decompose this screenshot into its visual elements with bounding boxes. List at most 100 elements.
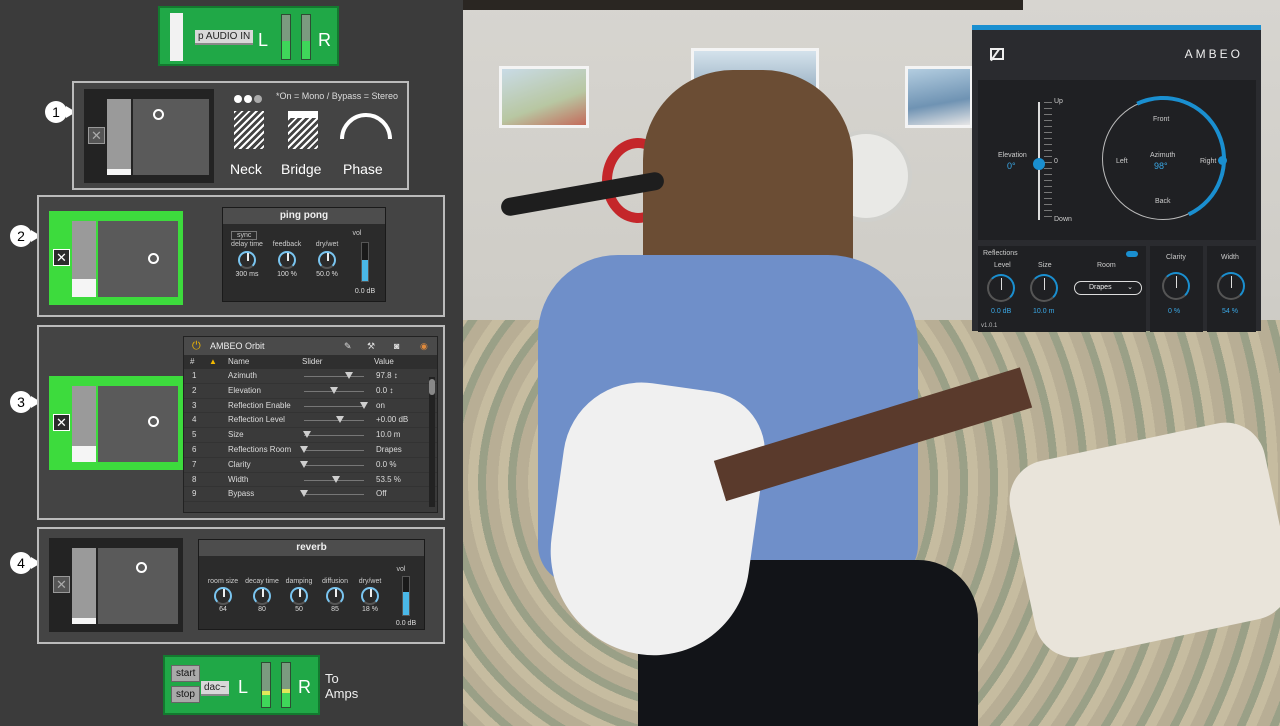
ambeo-brand: AMBEO bbox=[1184, 47, 1243, 61]
neck-toggle[interactable] bbox=[234, 111, 264, 149]
width-knob[interactable] bbox=[1217, 272, 1245, 300]
size-knob[interactable] bbox=[1030, 274, 1058, 302]
power-icon[interactable]: ⏻ bbox=[192, 337, 201, 355]
table-row[interactable]: 8 Width 53.5 % bbox=[184, 473, 437, 488]
pad-module-3[interactable]: ✕ bbox=[49, 376, 183, 470]
param-slider[interactable] bbox=[300, 460, 364, 468]
orbit-column-headers: # ▲ Name Slider Value bbox=[184, 355, 437, 369]
diffusion-knob[interactable] bbox=[326, 587, 344, 605]
level-bar-3[interactable] bbox=[72, 386, 96, 462]
delay-time-knob[interactable] bbox=[238, 251, 256, 269]
audio-in-right-label: R bbox=[318, 30, 331, 50]
xy-pad-3[interactable] bbox=[98, 386, 178, 462]
param-slider[interactable] bbox=[300, 445, 364, 453]
level-knob[interactable] bbox=[987, 274, 1015, 302]
front-label: Front bbox=[1153, 116, 1170, 123]
mode-dots[interactable] bbox=[234, 90, 264, 108]
close-icon[interactable]: ✕ bbox=[88, 127, 105, 144]
table-row[interactable]: 2 Elevation 0.0 ↕ bbox=[184, 384, 437, 399]
bridge-toggle[interactable] bbox=[288, 111, 318, 149]
table-row[interactable]: 3 Reflection Enable on bbox=[184, 399, 437, 414]
wrench-icon[interactable]: ⚒ bbox=[367, 337, 375, 355]
output-left-meter bbox=[261, 662, 271, 708]
start-button[interactable]: start bbox=[171, 665, 201, 682]
close-icon[interactable]: ✕ bbox=[53, 414, 70, 431]
stop-button[interactable]: stop bbox=[171, 686, 200, 703]
room-size-knob[interactable] bbox=[214, 587, 232, 605]
table-row[interactable]: 5 Size 10.0 m bbox=[184, 428, 437, 443]
param-slider[interactable] bbox=[304, 416, 364, 424]
decay-time-knob[interactable] bbox=[253, 587, 271, 605]
clarity-knob[interactable] bbox=[1162, 272, 1190, 300]
size-value: 10.0 m bbox=[1033, 308, 1055, 315]
level-bar-1[interactable] bbox=[107, 99, 131, 175]
slider-thumb[interactable] bbox=[300, 460, 308, 468]
slider-thumb[interactable] bbox=[303, 431, 311, 439]
vol-meter[interactable] bbox=[402, 576, 410, 616]
pencil-icon[interactable]: ✎ bbox=[344, 337, 352, 355]
table-row[interactable]: 1 Azimuth 97.8 ↕ bbox=[184, 369, 437, 384]
orbit-scrollbar[interactable] bbox=[429, 377, 435, 507]
camera-icon[interactable]: ◙ bbox=[394, 337, 399, 355]
vol-value: 0.0 dB bbox=[354, 288, 376, 295]
slider-thumb[interactable] bbox=[331, 475, 340, 483]
close-icon[interactable]: ✕ bbox=[53, 249, 70, 266]
vol-meter[interactable] bbox=[361, 242, 369, 282]
close-icon[interactable]: ✕ bbox=[53, 576, 70, 593]
param-slider[interactable] bbox=[304, 372, 364, 379]
dry-wet-knob[interactable] bbox=[318, 251, 336, 269]
table-row[interactable]: 7 Clarity 0.0 % bbox=[184, 458, 437, 473]
table-row[interactable]: 6 Reflections Room Drapes bbox=[184, 443, 437, 458]
xy-pad-2[interactable] bbox=[98, 221, 178, 297]
pad-module-2[interactable]: ✕ bbox=[49, 211, 183, 305]
pad-module-4[interactable]: ✕ bbox=[49, 538, 183, 632]
xy-handle-2[interactable] bbox=[148, 253, 159, 264]
audio-in-module[interactable]: p AUDIO IN L R bbox=[158, 6, 339, 66]
slider-thumb[interactable] bbox=[300, 445, 308, 453]
table-row[interactable]: 4 Reflection Level +0.00 dB bbox=[184, 413, 437, 429]
xy-handle-1[interactable] bbox=[153, 109, 164, 120]
phase-dial-icon[interactable] bbox=[336, 107, 396, 143]
table-row[interactable]: 9 Bypass Off bbox=[184, 487, 437, 503]
orbit-rows: 1 Azimuth 97.8 ↕ 2 Elevation 0.0 ↕ 3 Reflection… bbox=[184, 369, 437, 503]
slider-thumb[interactable] bbox=[336, 416, 344, 424]
param-name: Width bbox=[228, 474, 249, 484]
level-bar-4[interactable] bbox=[72, 548, 96, 624]
to-label: To bbox=[325, 671, 339, 686]
slider-thumb[interactable] bbox=[330, 386, 338, 394]
param-value: 53.5 % bbox=[376, 474, 401, 484]
slider-thumb[interactable] bbox=[345, 372, 353, 379]
xy-pad-4[interactable] bbox=[98, 548, 178, 624]
param-slider[interactable] bbox=[304, 475, 364, 483]
ambeo-plugin: AMBEO Elevation 0° Up 0 Down Front Back … bbox=[972, 25, 1261, 332]
col-name[interactable]: Name bbox=[228, 355, 249, 369]
col-slider[interactable]: Slider bbox=[302, 355, 322, 369]
feedback-knob[interactable] bbox=[278, 251, 296, 269]
col-value[interactable]: Value bbox=[374, 355, 394, 369]
xy-handle-4[interactable] bbox=[136, 562, 147, 573]
dry-wet-knob[interactable] bbox=[361, 587, 379, 605]
elevation-handle[interactable] bbox=[1033, 158, 1045, 170]
xy-handle-3[interactable] bbox=[148, 416, 159, 427]
level-bar-2[interactable] bbox=[72, 221, 96, 297]
xy-pad-1[interactable] bbox=[133, 99, 209, 175]
param-slider[interactable] bbox=[303, 431, 364, 439]
output-right-meter bbox=[281, 662, 291, 708]
reflections-toggle[interactable] bbox=[1126, 251, 1138, 257]
knob-label: room size bbox=[207, 578, 239, 585]
slider-thumb[interactable] bbox=[300, 490, 308, 498]
sort-icon[interactable]: ▲ bbox=[209, 355, 217, 369]
headphones-icon[interactable]: ◉ bbox=[420, 337, 428, 355]
audio-in-toggle[interactable] bbox=[170, 13, 183, 61]
damping-knob[interactable] bbox=[290, 587, 308, 605]
param-slider[interactable] bbox=[304, 401, 368, 409]
pad-module-1[interactable]: ✕ bbox=[84, 89, 214, 183]
slider-thumb[interactable] bbox=[360, 401, 368, 409]
param-slider[interactable] bbox=[304, 386, 364, 394]
param-slider[interactable] bbox=[300, 490, 364, 498]
sync-button[interactable]: sync bbox=[231, 231, 258, 240]
clarity-value: 0 % bbox=[1168, 308, 1181, 315]
azimuth-handle[interactable] bbox=[1218, 156, 1227, 165]
version-label: v1.0.1 bbox=[981, 323, 998, 329]
room-select[interactable]: Drapes ⌄ bbox=[1074, 281, 1142, 295]
